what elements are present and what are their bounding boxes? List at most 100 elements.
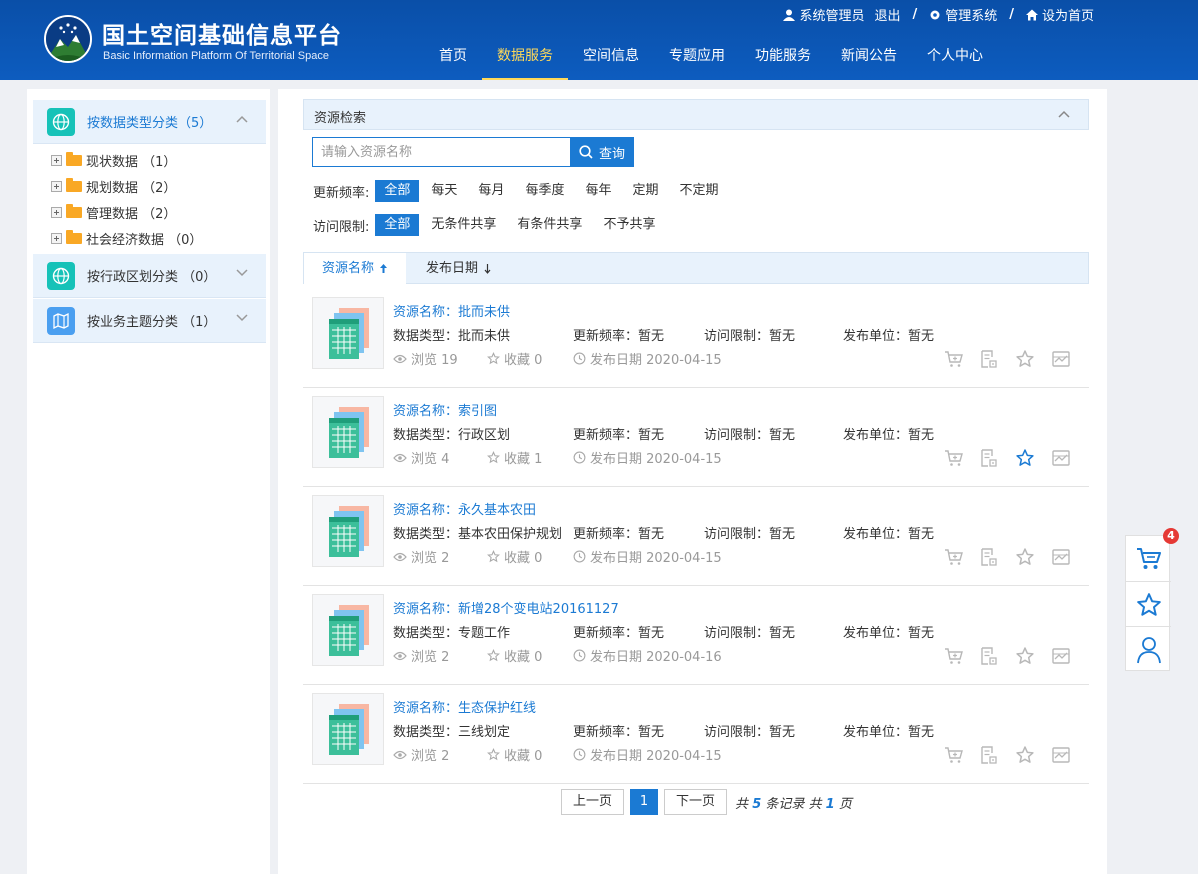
resource-title[interactable]: 资源名称：永久基本农田 (393, 499, 536, 518)
page-number-current[interactable]: 1 (630, 789, 659, 815)
favorite-star-icon[interactable] (1015, 646, 1035, 666)
nav-spatial-info[interactable]: 空间信息 (568, 36, 654, 80)
clock-icon (573, 748, 586, 761)
admin-link[interactable]: 管理系统 (929, 5, 997, 24)
nav-function-service[interactable]: 功能服务 (740, 36, 826, 80)
freq-option-daily[interactable]: 每天 (422, 180, 466, 202)
access-option-conditional[interactable]: 有条件共享 (508, 214, 591, 236)
set-homepage-link[interactable]: 设为首页 (1025, 5, 1094, 24)
sort-by-name[interactable]: 资源名称 (304, 253, 407, 284)
resource-title[interactable]: 资源名称：新增28个变电站20161127 (393, 598, 619, 617)
search-input[interactable] (312, 137, 571, 167)
eye-icon (393, 750, 407, 759)
star-icon (487, 550, 500, 563)
freq-option-all[interactable]: 全部 (375, 180, 420, 202)
resource-title[interactable]: 资源名称：索引图 (393, 400, 497, 419)
prev-page-button[interactable]: 上一页 (561, 789, 625, 815)
panel-title: 资源检索 (314, 111, 367, 126)
cart-button[interactable] (1126, 536, 1171, 581)
dataset-thumbnail (312, 396, 384, 468)
nav-news[interactable]: 新闻公告 (826, 36, 912, 80)
access-filter: 访问限制: 全部 无条件共享 有条件共享 不予共享 (313, 214, 667, 236)
star-icon (487, 748, 500, 761)
nav-home[interactable]: 首页 (424, 36, 482, 80)
favorite-star-icon[interactable] (1015, 448, 1035, 468)
arrow-down-icon (484, 264, 491, 274)
resource-row: 资源名称：生态保护红线 数据类型：三线划定 更新频率：暂无 访问限制：暂无 发布… (303, 685, 1089, 784)
map-preview-icon[interactable] (1051, 745, 1071, 765)
freq-option-yearly[interactable]: 每年 (576, 180, 620, 202)
next-page-button[interactable]: 下一页 (664, 789, 728, 815)
category-by-data-type[interactable]: 按数据类型分类（5） (33, 100, 266, 144)
freq-option-monthly[interactable]: 每月 (469, 180, 513, 202)
resource-title[interactable]: 资源名称：生态保护红线 (393, 697, 536, 716)
arrow-up-icon (380, 264, 388, 273)
map-preview-icon[interactable] (1051, 547, 1071, 567)
category-by-region[interactable]: 按行政区划分类 （0） (33, 254, 266, 298)
favorite-star-icon[interactable] (1015, 349, 1035, 369)
expand-icon[interactable] (51, 233, 62, 244)
map-preview-icon[interactable] (1051, 349, 1071, 369)
eye-icon (393, 651, 407, 660)
freq-option-regular[interactable]: 定期 (623, 180, 667, 202)
apply-document-icon[interactable] (979, 745, 999, 765)
nav-data-service[interactable]: 数据服务 (482, 36, 568, 80)
nav-thematic-apps[interactable]: 专题应用 (654, 36, 740, 80)
favorites-button[interactable] (1126, 582, 1171, 627)
map-icon (47, 306, 75, 335)
tree-item-socioeconomic-data[interactable]: 社会经济数据 （0） (51, 229, 202, 248)
apply-document-icon[interactable] (979, 646, 999, 666)
resource-data-type: 数据类型：批而未供 (393, 329, 511, 344)
tree-item-management-data[interactable]: 管理数据 （2） (51, 203, 176, 222)
freq-option-irregular[interactable]: 不定期 (670, 180, 727, 202)
tree-item-planning-data[interactable]: 规划数据 （2） (51, 177, 176, 196)
resource-publisher: 发布单位：暂无 (843, 329, 935, 344)
apply-document-icon[interactable] (979, 547, 999, 567)
user-center-button[interactable] (1126, 627, 1171, 672)
category-by-business-theme[interactable]: 按业务主题分类 （1） (33, 299, 266, 343)
chevron-down-icon[interactable] (236, 269, 248, 277)
resource-access-limit: 访问限制：暂无 (704, 428, 796, 443)
sort-by-date[interactable]: 发布日期 (408, 253, 510, 284)
map-preview-icon[interactable] (1051, 646, 1071, 666)
add-to-cart-icon[interactable] (944, 646, 964, 666)
apply-document-icon[interactable] (979, 448, 999, 468)
nav-personal-center[interactable]: 个人中心 (912, 36, 998, 80)
expand-icon[interactable] (51, 207, 62, 218)
access-option-unconditional[interactable]: 无条件共享 (422, 214, 505, 236)
resource-favorites-count: 收藏 0 (487, 745, 542, 764)
logout-link[interactable]: 退出 (874, 5, 900, 24)
header: 国土空间基础信息平台 Basic Information Platform Of… (0, 0, 1198, 80)
resource-publisher: 发布单位：暂无 (843, 527, 935, 542)
search-button[interactable]: 查询 (570, 137, 634, 167)
chevron-down-icon[interactable] (236, 314, 248, 322)
resource-update-frequency: 更新频率：暂无 (573, 428, 665, 443)
map-preview-icon[interactable] (1051, 448, 1071, 468)
expand-icon[interactable] (51, 181, 62, 192)
clock-icon (573, 352, 586, 365)
star-icon (487, 649, 500, 662)
favorite-star-icon[interactable] (1015, 745, 1035, 765)
resource-row: 资源名称：新增28个变电站20161127 数据类型：专题工作 更新频率：暂无 … (303, 586, 1089, 685)
sort-bar: 资源名称 发布日期 (303, 252, 1089, 284)
expand-icon[interactable] (51, 155, 62, 166)
apply-document-icon[interactable] (979, 349, 999, 369)
freq-option-quarterly[interactable]: 每季度 (516, 180, 573, 202)
tree-item-current-data[interactable]: 现状数据 （1） (51, 151, 176, 170)
add-to-cart-icon[interactable] (944, 745, 964, 765)
platform-title: 国土空间基础信息平台 (102, 23, 342, 49)
access-option-all[interactable]: 全部 (375, 214, 420, 236)
main-nav: 首页 数据服务 空间信息 专题应用 功能服务 新闻公告 个人中心 (424, 36, 998, 80)
dataset-thumbnail (312, 594, 384, 666)
resource-update-frequency: 更新频率：暂无 (573, 329, 665, 344)
favorite-star-icon[interactable] (1015, 547, 1035, 567)
resource-row: 资源名称：索引图 数据类型：行政区划 更新频率：暂无 访问限制：暂无 发布单位：… (303, 388, 1089, 487)
add-to-cart-icon[interactable] (944, 349, 964, 369)
add-to-cart-icon[interactable] (944, 547, 964, 567)
access-option-none[interactable]: 不予共享 (594, 214, 664, 236)
chevron-up-icon[interactable] (236, 115, 248, 123)
resource-title[interactable]: 资源名称：批而未供 (393, 301, 510, 320)
resource-views: 浏览 4 (393, 448, 449, 467)
add-to-cart-icon[interactable] (944, 448, 964, 468)
chevron-up-icon[interactable] (1058, 110, 1070, 118)
